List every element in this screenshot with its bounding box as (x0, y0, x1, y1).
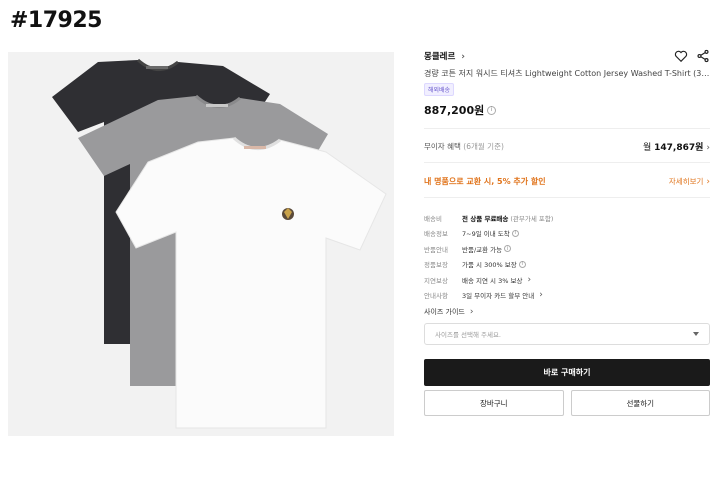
interest-free-row[interactable]: 무이자 혜택 (6개월 기준) 월 147,867원 › (424, 140, 710, 153)
spec-value: 반품/교환 가능 i (462, 244, 512, 254)
spec-label: 정품보장 (424, 261, 448, 270)
size-select[interactable]: 사이즈를 선택해 주세요. (424, 323, 710, 345)
promo-link[interactable]: 자세히보기 › (669, 176, 710, 187)
interest-free-label-group: 무이자 혜택 (6개월 기준) (424, 141, 504, 152)
divider (424, 197, 710, 198)
product-image (8, 52, 394, 436)
spec-value-text: 배송 지연 시 3% 보상 (462, 276, 523, 285)
spec-row-delay[interactable]: 지연보상 배송 지연 시 3% 보상 › (424, 272, 710, 288)
info-icon[interactable]: i (518, 260, 526, 268)
interest-free-value: 월 147,867원 › (643, 140, 710, 153)
price: 887,200원 (424, 104, 485, 117)
spec-value: 전 상품 무료배송 (관부가세 포함) (462, 213, 553, 223)
spec-value-text: 반품/교환 가능 (462, 245, 503, 254)
promo-link-label: 자세히보기 (668, 176, 704, 186)
spec-row-shipping-fee: 배송비 전 상품 무료배송 (관부가세 포함) (424, 210, 710, 226)
divider (424, 128, 710, 129)
heart-icon[interactable] (674, 49, 688, 63)
caret-down-icon (693, 332, 699, 336)
interest-free-prefix: 월 (642, 142, 652, 153)
spec-value: 3일 무이자 카드 할부 안내 › (462, 290, 543, 300)
brand-name: 몽클레르 (424, 52, 456, 62)
chevron-right-icon: › (527, 274, 532, 285)
chevron-right-icon: › (539, 290, 543, 301)
spec-row-notice[interactable]: 안내사항 3일 무이자 카드 할부 안내 › (424, 288, 710, 304)
spec-list: 배송비 전 상품 무료배송 (관부가세 포함) 배송정보 7~9일 이내 도착 i… (424, 210, 710, 303)
product-title: 경량 코튼 저지 워시드 티셔츠 Lightweight Cotton Jers… (424, 69, 710, 78)
promo-row[interactable]: 내 명품으로 교환 시, 5% 추가 할인 자세히보기 › (424, 175, 710, 187)
spec-value: 가품 시 300% 보장 i (462, 259, 526, 269)
spec-label: 안내사항 (424, 292, 448, 301)
spec-value-text: 3일 무이자 카드 할부 안내 (462, 292, 535, 301)
chevron-right-icon: › (706, 176, 710, 187)
chevron-right-icon: › (706, 142, 710, 153)
brand-row: 몽클레르 › (424, 48, 710, 64)
divider (424, 162, 710, 163)
spec-value: 7~9일 이내 도착 i (462, 228, 519, 238)
spec-value: 배송 지연 시 3% 보상 › (462, 275, 531, 285)
interest-free-label: 무이자 혜택 (424, 141, 461, 151)
size-select-placeholder: 사이즈를 선택해 주세요. (435, 331, 501, 339)
spec-row-delivery: 배송정보 7~9일 이내 도착 i (424, 226, 710, 242)
spec-value-text: 전 상품 무료배송 (462, 214, 509, 223)
secondary-buttons: 장바구니 선물하기 (424, 390, 710, 416)
spec-value-text: 7~9일 이내 도착 (462, 230, 510, 239)
size-guide-link[interactable]: 사이즈 가이드 › (424, 307, 710, 317)
page-id: #17925 (10, 8, 102, 33)
shipping-badge: 해외배송 (424, 83, 455, 96)
spec-label: 지연보상 (424, 276, 448, 285)
spec-row-return: 반품안내 반품/교환 가능 i (424, 241, 710, 257)
tshirt-stack-image (8, 52, 394, 436)
cart-button[interactable]: 장바구니 (424, 390, 564, 416)
price-row: 887,200원 i (424, 102, 710, 118)
spec-label: 반품안내 (424, 245, 448, 254)
chevron-right-icon: › (461, 52, 465, 62)
product-info-panel: 몽클레르 › 경량 코튼 저지 워시드 티셔츠 Lightweight Cott… (424, 48, 710, 416)
buy-now-button[interactable]: 바로 구매하기 (424, 359, 710, 386)
info-icon[interactable]: i (504, 245, 512, 253)
spec-row-authentic: 정품보장 가품 시 300% 보장 i (424, 257, 710, 273)
interest-free-amount: 147,867원 (654, 142, 704, 153)
spec-value-text: 가품 시 300% 보장 (462, 261, 517, 270)
promo-text: 내 명품으로 교환 시, 5% 추가 할인 (424, 176, 546, 186)
gift-button[interactable]: 선물하기 (570, 390, 710, 416)
interest-free-sub: (6개월 기준) (463, 141, 504, 151)
info-icon[interactable]: i (511, 229, 519, 237)
brand-link[interactable]: 몽클레르 › (424, 50, 465, 62)
spec-label: 배송비 (424, 214, 442, 223)
size-guide-label: 사이즈 가이드 (424, 308, 465, 316)
chevron-right-icon: › (469, 307, 474, 317)
top-actions (674, 49, 710, 63)
share-icon[interactable] (696, 49, 710, 63)
info-icon[interactable]: i (487, 105, 497, 115)
spec-sub: (관부가세 포함) (510, 214, 554, 223)
spec-label: 배송정보 (424, 230, 448, 239)
